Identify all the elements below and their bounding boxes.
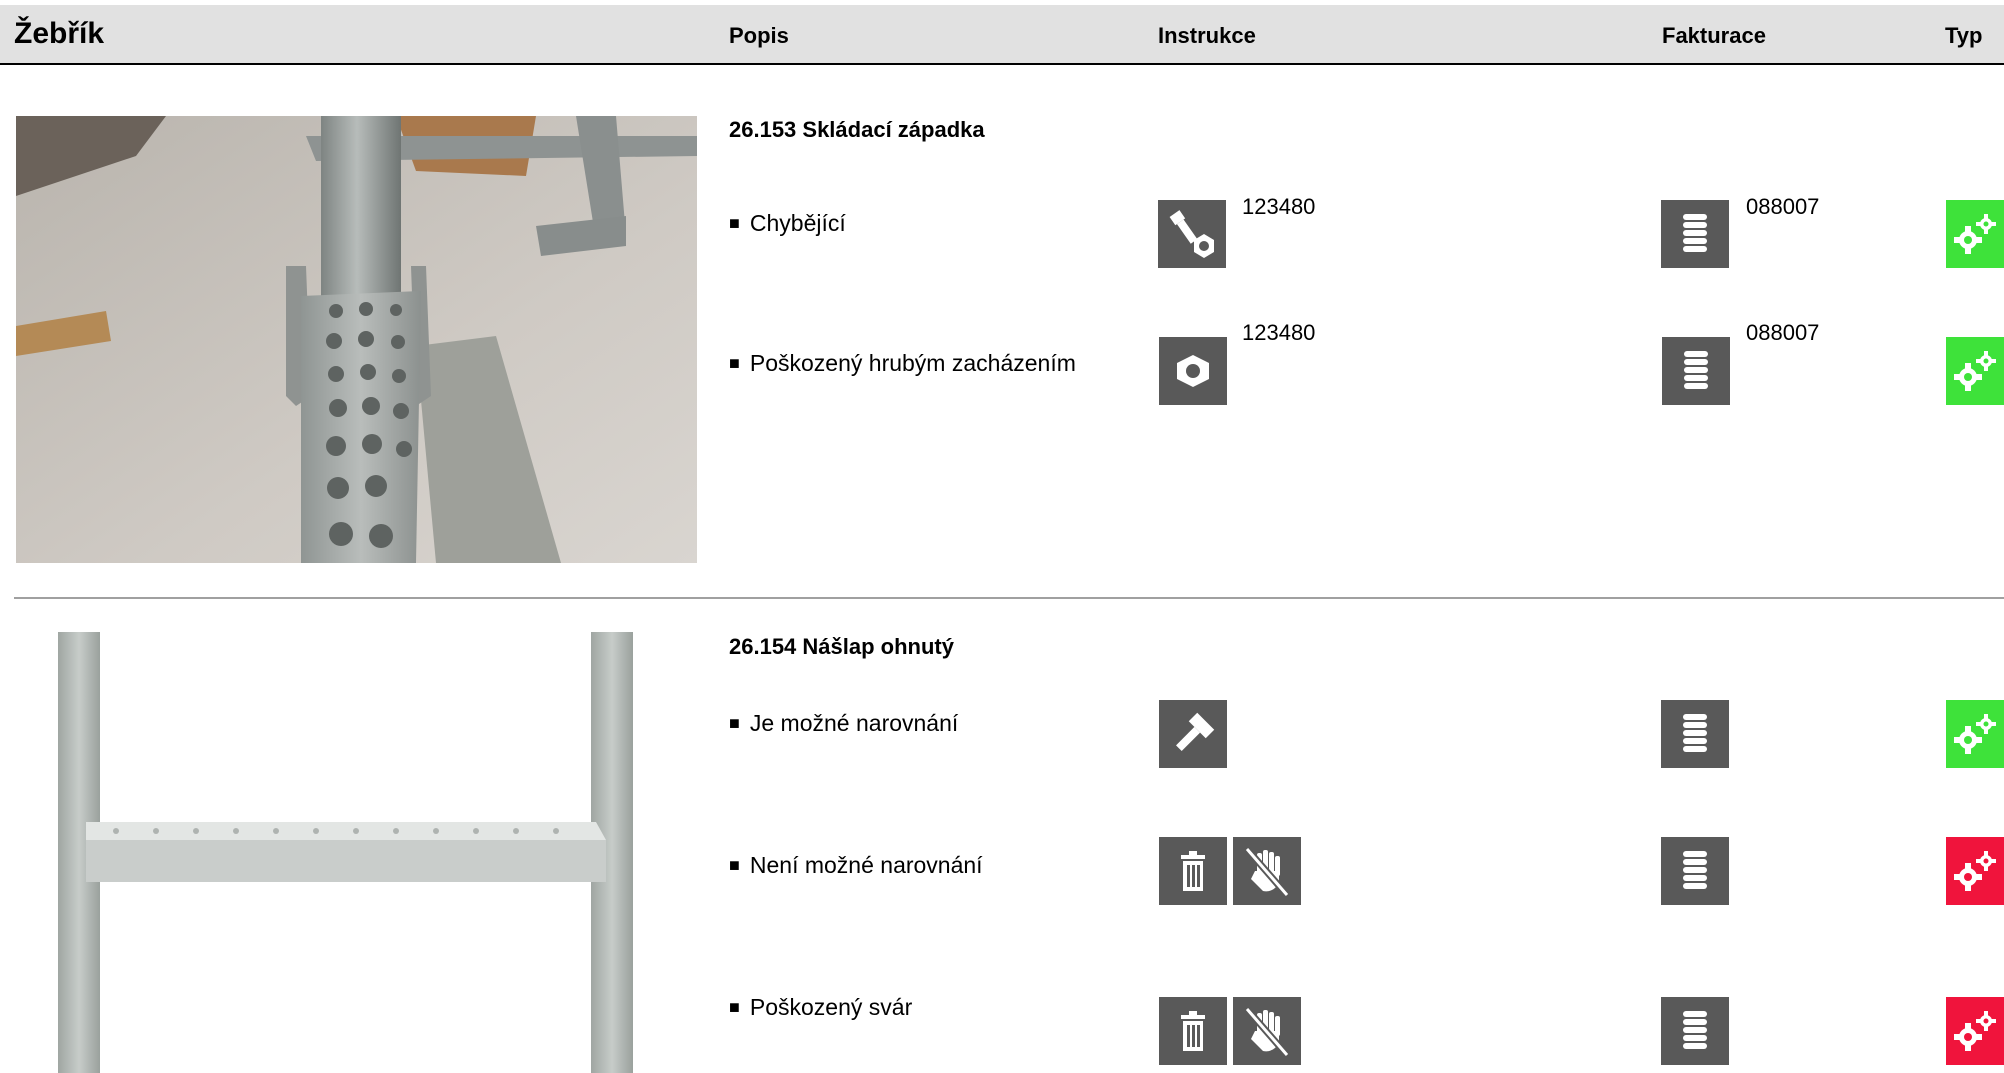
- list-item: ■ Je možné narovnání: [729, 710, 959, 736]
- gears-icon: [1946, 337, 2004, 405]
- group-title: 26.153 Skládací západka: [729, 117, 985, 142]
- item-label: Není možné narovnání: [749, 852, 983, 878]
- column-header-popis: Popis: [729, 23, 789, 48]
- group-separator: [14, 597, 2004, 599]
- column-header-fakturace: Fakturace: [1662, 23, 1766, 48]
- item-label: Poškozený hrubým zacházením: [749, 350, 1076, 376]
- group-title: 26.154 Nášlap ohnutý: [729, 634, 954, 659]
- coin-stack-icon: [1662, 337, 1730, 405]
- coin-stack-icon: [1661, 200, 1729, 268]
- gears-icon: [1946, 837, 2004, 905]
- coin-stack-icon: [1661, 837, 1729, 905]
- list-item: ■ Není možné narovnání: [729, 852, 983, 878]
- billing-code: 088007: [1746, 320, 1820, 345]
- item-label: Chybějící: [749, 210, 846, 236]
- bolt-nut-icon: [1158, 200, 1226, 268]
- column-header-typ: Typ: [1945, 23, 1983, 48]
- list-item: ■ Poškozený hrubým zacházením: [729, 350, 1076, 376]
- no-hand-icon: [1233, 997, 1301, 1065]
- trash-icon: [1159, 997, 1227, 1065]
- ladder-step-image: [16, 632, 697, 1073]
- hammer-icon: [1159, 700, 1227, 768]
- list-item: ■ Poškozený svár: [729, 994, 913, 1020]
- no-hand-icon: [1233, 837, 1301, 905]
- instruction-code: 123480: [1242, 194, 1316, 219]
- gears-icon: [1946, 200, 2004, 268]
- billing-code: 088007: [1746, 194, 1820, 219]
- trash-icon: [1159, 837, 1227, 905]
- gears-icon: [1946, 997, 2004, 1065]
- item-label: Je možné narovnání: [749, 710, 959, 736]
- column-header-instrukce: Instrukce: [1158, 23, 1256, 48]
- item-label: Poškozený svár: [749, 994, 913, 1020]
- page-title: Žebřík: [14, 17, 105, 50]
- list-item: ■ Chybějící: [729, 210, 846, 236]
- latch-photo: [16, 116, 697, 563]
- hex-nut-icon: [1159, 337, 1227, 405]
- gears-icon: [1946, 700, 2004, 768]
- coin-stack-icon: [1661, 700, 1729, 768]
- coin-stack-icon: [1661, 997, 1729, 1065]
- instruction-code: 123480: [1242, 320, 1316, 345]
- table-header: Žebřík Popis Instrukce Fakturace Typ: [0, 5, 2004, 65]
